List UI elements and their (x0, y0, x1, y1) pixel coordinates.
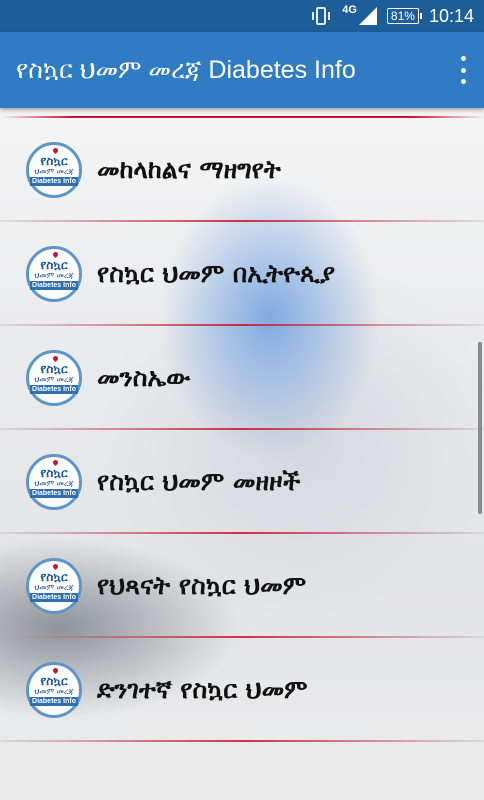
diabetes-info-logo-icon: የስኳር ህመም መረጃ Diabetes Info (26, 246, 82, 302)
list-item[interactable]: የስኳር ህመም መረጃ Diabetes Info የህጻናት የስኳር ህመ… (0, 534, 484, 638)
clock: 10:14 (428, 5, 474, 26)
diabetes-info-logo-icon: የስኳር ህመም መረጃ Diabetes Info (26, 454, 82, 510)
network-type: 4G (342, 4, 357, 16)
status-bar: 4G 81% 10:14 (0, 0, 484, 32)
list-item[interactable]: የስኳር ህመም መረጃ Diabetes Info የስኳር ህመም መዘዞች (0, 430, 484, 534)
list-item[interactable]: የስኳር ህመም መረጃ Diabetes Info የስኳር ህመም በኢትዮ… (0, 222, 484, 326)
diabetes-info-logo-icon: የስኳር ህመም መረጃ Diabetes Info (26, 662, 82, 718)
more-vert-icon[interactable] (456, 56, 470, 84)
list-item-label: መንስኤው (97, 363, 191, 392)
app-bar: የስኳር ህመም መረጃ Diabetes Info (0, 32, 484, 108)
list-item[interactable]: የስኳር ህመም መረጃ Diabetes Info መንስኤው (0, 326, 484, 430)
diabetes-info-logo-icon: የስኳር ህመም መረጃ Diabetes Info (26, 350, 82, 406)
list-item-label: የስኳር ህመም መዘዞች (97, 467, 301, 496)
list-item-label: መከላከልና ማዘግየት (97, 155, 281, 184)
diabetes-info-logo-icon: የስኳር ህመም መረጃ Diabetes Info (26, 142, 82, 198)
diabetes-info-logo-icon: የስኳር ህመም መረጃ Diabetes Info (26, 558, 82, 614)
app-title: የስኳር ህመም መረጃ Diabetes Info (16, 56, 356, 84)
list-item[interactable]: የስኳር ህመም መረጃ Diabetes Info መከላከልና ማዘግየት (0, 118, 484, 222)
menu-list: የስኳር ህመም መረጃ Diabetes Info መከላከልና ማዘግየት … (0, 108, 484, 800)
list-item[interactable]: የስኳር ህመም መረጃ Diabetes Info ድንገተኛ የስኳር ህመ… (0, 638, 484, 742)
list-item-label: የህጻናት የስኳር ህመም (97, 571, 307, 600)
list-divider (0, 740, 484, 742)
vibrate-icon (312, 7, 331, 25)
list-item-label: ድንገተኛ የስኳር ህመም (97, 675, 308, 704)
scrollbar[interactable] (478, 342, 482, 514)
battery-indicator: 81% (386, 8, 422, 24)
status-icons: 4G 81% 10:14 (310, 0, 474, 32)
signal-icon (358, 7, 377, 25)
list-item-label: የስኳር ህመም በኢትዮጲያ (97, 259, 335, 288)
